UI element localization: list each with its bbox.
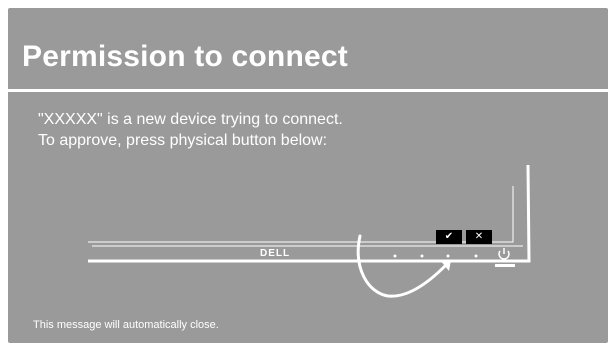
monitor-bezel-edge [88, 164, 531, 263]
auto-close-note: This message will automatically close. [33, 319, 219, 331]
button-dot-2 [420, 254, 424, 258]
button-dot-1 [393, 254, 397, 258]
curved-arrow-icon [356, 234, 451, 298]
check-icon: ✔ [444, 231, 454, 242]
close-icon: ✕ [474, 231, 484, 242]
button-dot-4 [474, 254, 478, 258]
permission-dialog: Permission to connect "XXXXX" is a new d… [8, 8, 608, 343]
button-dot-3 [446, 254, 450, 258]
power-icon [495, 248, 515, 267]
dell-logo: DELL [260, 248, 291, 259]
approve-button-label: ✔ [436, 230, 462, 244]
reject-button-label: ✕ [466, 230, 492, 244]
monitor-illustration [88, 164, 531, 298]
